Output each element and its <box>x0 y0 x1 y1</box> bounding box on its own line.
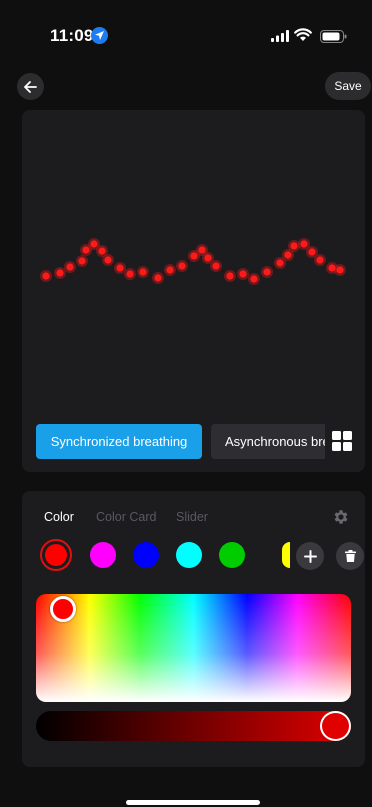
signal-icon <box>271 30 289 42</box>
color-swatch-blue[interactable] <box>133 542 159 568</box>
light-bulb <box>126 270 134 278</box>
color-swatch-magenta[interactable] <box>90 542 116 568</box>
light-bulb <box>82 246 90 254</box>
battery-icon <box>320 30 347 43</box>
light-bulb <box>226 272 234 280</box>
light-string-preview <box>40 238 346 285</box>
light-bulb <box>66 263 74 271</box>
spectrum-handle[interactable] <box>50 596 76 622</box>
light-bulb <box>78 257 86 265</box>
light-bulb <box>290 242 298 250</box>
light-bulb <box>276 259 284 267</box>
color-panel: Color Color Card Slider <box>22 491 365 767</box>
light-bulb <box>239 270 247 278</box>
status-bar: 11:09 <box>0 0 372 48</box>
status-time: 11:09 <box>50 26 94 45</box>
color-swatch-green[interactable] <box>219 542 245 568</box>
save-button[interactable]: Save <box>325 72 371 100</box>
tab-slider[interactable]: Slider <box>176 510 208 524</box>
light-bulb <box>98 247 106 255</box>
mode-selector: Synchronized breathing Asynchronous brea… <box>36 424 356 460</box>
light-bulb <box>198 246 206 254</box>
gear-icon[interactable] <box>332 508 350 526</box>
light-bulb <box>284 251 292 259</box>
delete-color-button[interactable] <box>336 542 364 570</box>
light-bulb <box>308 248 316 256</box>
light-bulb <box>204 254 212 262</box>
grid-icon[interactable] <box>332 431 352 451</box>
color-swatch-yellow[interactable] <box>282 542 290 568</box>
brightness-slider[interactable] <box>36 711 351 741</box>
light-bulb <box>336 266 344 274</box>
light-bulb <box>178 262 186 270</box>
light-bulb <box>263 268 271 276</box>
color-spectrum-picker[interactable] <box>36 594 351 702</box>
light-bulb <box>212 262 220 270</box>
arrow-left-icon <box>24 80 37 93</box>
location-arrow-icon <box>91 27 108 44</box>
color-swatch-row <box>40 539 364 573</box>
color-swatch-cyan[interactable] <box>176 542 202 568</box>
light-bulb <box>104 256 112 264</box>
light-bulb <box>139 268 147 276</box>
brightness-handle[interactable] <box>320 711 351 741</box>
wifi-icon <box>294 28 312 41</box>
light-bulb <box>190 252 198 260</box>
light-bulb <box>250 275 258 283</box>
light-bulb <box>316 256 324 264</box>
plus-icon <box>303 549 317 563</box>
tab-color[interactable]: Color <box>44 510 74 524</box>
back-button[interactable] <box>17 73 44 100</box>
light-bulb <box>56 269 64 277</box>
add-color-button[interactable] <box>296 542 324 570</box>
mode-synchronized-breathing-button[interactable]: Synchronized breathing <box>36 424 202 459</box>
tab-color-card[interactable]: Color Card <box>96 510 156 524</box>
light-bulb <box>300 240 308 248</box>
color-swatch-red[interactable] <box>40 539 72 571</box>
light-preview-panel: Synchronized breathing Asynchronous brea… <box>22 110 365 472</box>
mode-asynchronous-breathing-button[interactable]: Asynchronous breathing <box>211 424 325 459</box>
home-indicator <box>126 800 260 805</box>
light-bulb <box>42 272 50 280</box>
light-bulb <box>90 240 98 248</box>
light-bulb <box>154 274 162 282</box>
trash-icon <box>344 550 356 562</box>
light-bulb <box>116 264 124 272</box>
light-bulb <box>166 266 174 274</box>
